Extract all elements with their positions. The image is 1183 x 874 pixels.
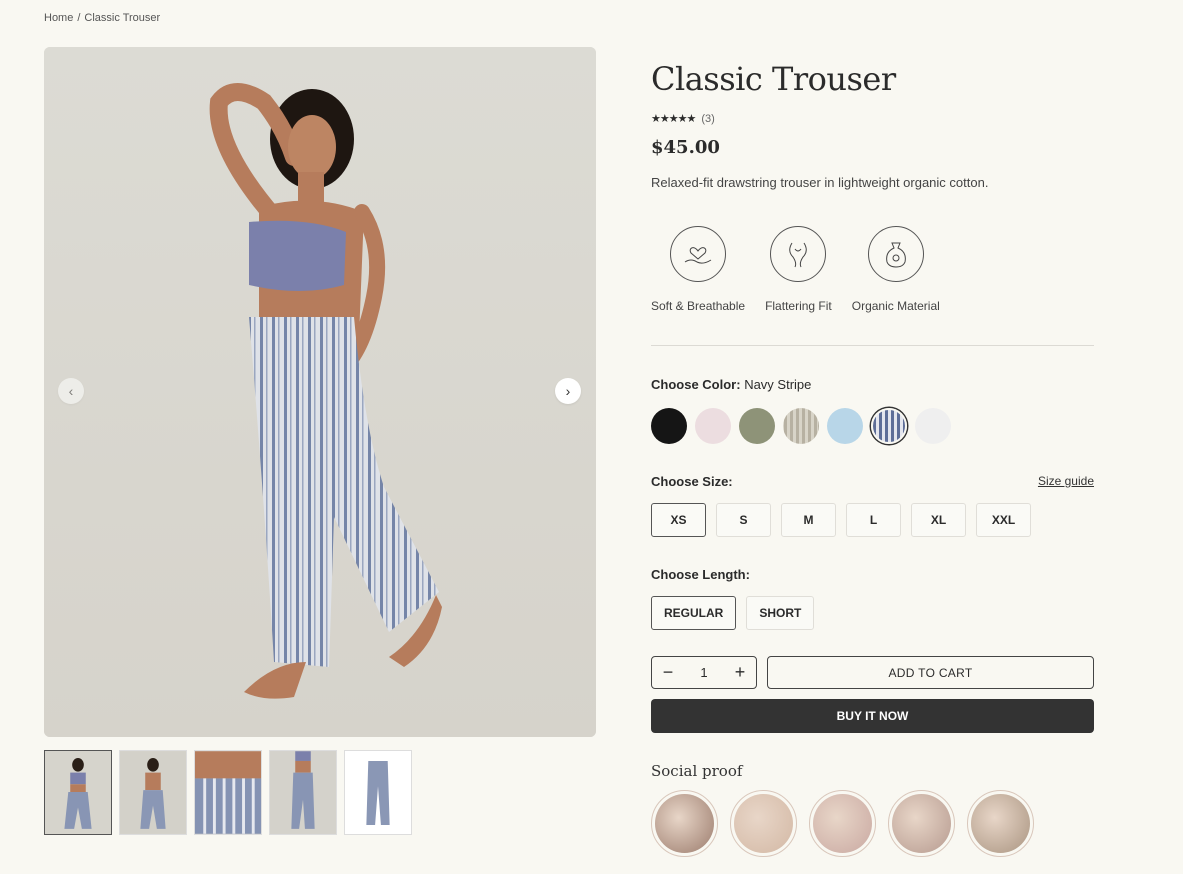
size-options: XS S M L XL XXL [651,503,1094,537]
feature-soft-breathable: Soft & Breathable [651,226,745,313]
thumbnail-front[interactable] [44,750,112,835]
length-options: REGULAR SHORT [651,596,815,630]
feature-flattering-fit: Flattering Fit [765,226,832,313]
social-proof-avatar[interactable] [730,790,797,857]
color-swatch[interactable] [915,408,951,444]
product-description: Relaxed-fit drawstring trouser in lightw… [651,175,989,190]
social-proof-avatar[interactable] [888,790,955,857]
avatar-image [892,794,951,853]
feature-list: Soft & Breathable Flattering Fit Organic… [651,226,1094,313]
color-swatch[interactable] [695,408,731,444]
feature-label: Organic Material [851,299,940,313]
social-proof-avatars [651,790,1034,857]
breadcrumb-separator: / [77,12,81,24]
selected-color-name: Navy Stripe [744,377,812,392]
cotton-bag-icon [867,226,924,282]
feature-label: Flattering Fit [765,299,832,313]
product-info: Classic Trouser ★★★★★ (3) $45.00 Relaxed… [651,60,1094,313]
avatar-image [813,794,872,853]
breadcrumb: Home / Classic Trouser [44,12,160,24]
section-divider [651,345,1094,346]
avatar-image [655,794,714,853]
size-selector: Choose Size: Size guide XS S M L XL XXL [651,474,1094,537]
color-swatch[interactable] [651,408,687,444]
increase-quantity-button[interactable]: + [732,662,748,683]
breadcrumb-home-link[interactable]: Home [44,12,73,24]
breadcrumb-current: Classic Trouser [84,12,161,24]
social-proof-avatar[interactable] [967,790,1034,857]
decrease-quantity-button[interactable]: − [660,662,676,683]
previous-image-button[interactable]: ‹ [58,378,84,404]
color-selector: Choose Color: Navy Stripe [651,377,951,444]
length-label: Choose Length: [651,567,750,582]
size-option[interactable]: S [716,503,771,537]
heart-hand-icon [670,226,727,282]
color-swatch[interactable] [739,408,775,444]
color-swatch[interactable] [827,408,863,444]
color-swatches [651,408,951,444]
feature-label: Soft & Breathable [651,299,746,313]
length-option[interactable]: REGULAR [651,596,737,630]
product-title: Classic Trouser [651,60,896,98]
size-label: Choose Size: [651,474,733,489]
product-price: $45.00 [651,137,720,158]
social-proof-avatar[interactable] [651,790,718,857]
rating-stars: ★★★★★ [651,113,696,125]
social-proof-title: Social proof [651,762,743,780]
size-option[interactable]: L [846,503,901,537]
thumbnail-strip [44,750,412,835]
size-option[interactable]: M [781,503,836,537]
review-count: (3) [701,112,715,125]
thumbnail-flat-lay[interactable] [344,750,412,835]
color-swatch[interactable] [783,408,819,444]
feature-organic-material: Organic Material [852,226,940,313]
buy-now-button[interactable]: BUY IT NOW [651,699,1094,733]
hands-fit-icon [770,226,827,282]
add-to-cart-button[interactable]: ADD TO CART [767,656,1094,689]
social-proof-avatar[interactable] [809,790,876,857]
length-selector: Choose Length: REGULAR SHORT [651,567,815,630]
length-option[interactable]: SHORT [746,596,815,630]
color-swatch[interactable] [871,408,907,444]
avatar-image [971,794,1030,853]
size-option[interactable]: XS [651,503,706,537]
quantity-stepper: − 1 + [651,656,757,689]
product-rating[interactable]: ★★★★★ (3) [651,112,1094,126]
thumbnail-waist-detail[interactable] [194,750,262,835]
size-guide-link[interactable]: Size guide [1038,474,1094,489]
size-option[interactable]: XXL [976,503,1031,537]
avatar-image [734,794,793,853]
thumbnail-side[interactable] [269,750,337,835]
quantity-value[interactable]: 1 [700,665,707,680]
main-product-image [44,47,596,737]
next-image-button[interactable]: › [555,378,581,404]
thumbnail-back[interactable] [119,750,187,835]
color-label-text: Choose Color: [651,377,741,392]
size-option[interactable]: XL [911,503,966,537]
color-label: Choose Color: Navy Stripe [651,377,951,392]
